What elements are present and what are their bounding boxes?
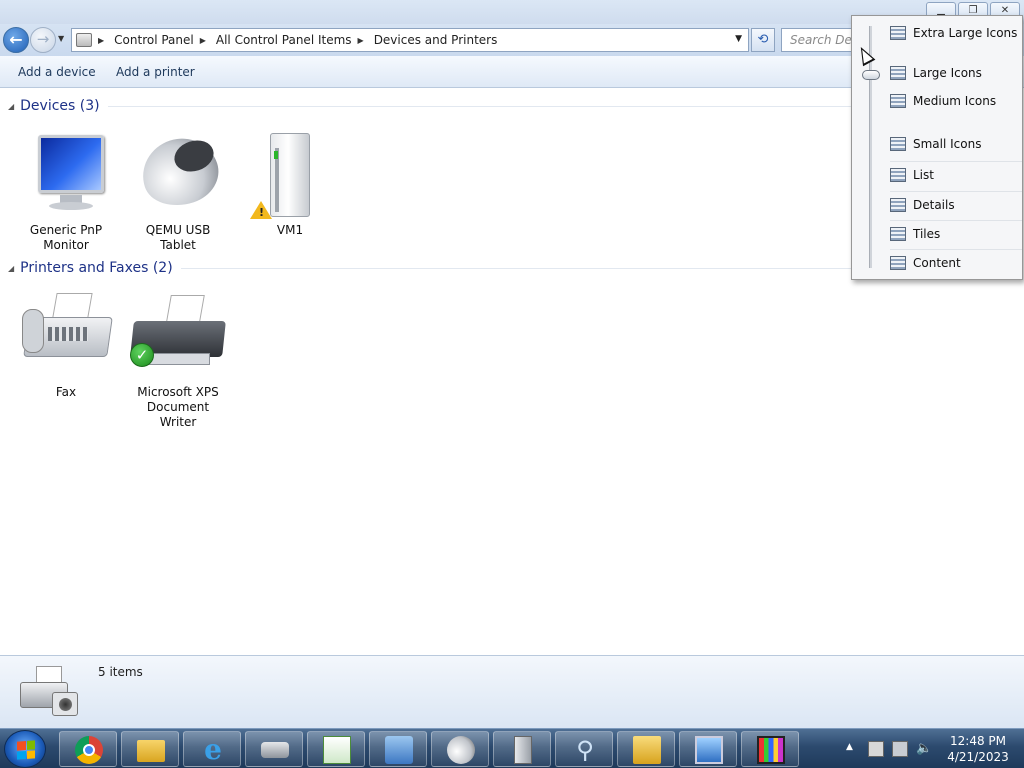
control-panel-icon [385, 736, 413, 764]
windows-logo-icon [17, 740, 35, 760]
device-label: VM1 [276, 223, 304, 237]
taskbar-search[interactable]: ⚲ [555, 731, 613, 767]
medium-icons-icon [890, 94, 906, 108]
computer-drive-icon: ! [240, 125, 340, 221]
device-label: Generic PnP Monitor [29, 223, 103, 252]
printer-label: Fax [55, 385, 77, 399]
extra-large-icons-icon [890, 26, 906, 40]
printer-item[interactable]: ✓ Microsoft XPS Document Writer [128, 287, 228, 430]
breadcrumb-arrow-icon[interactable]: ▶ [358, 36, 364, 45]
view-content[interactable]: Content [890, 249, 1022, 275]
large-icons-icon [890, 66, 906, 80]
view-large-icons[interactable]: Large Icons [890, 60, 1022, 86]
add-device-button[interactable]: Add a device [18, 65, 96, 79]
volume-muted-icon[interactable]: 🔈 [916, 741, 932, 757]
mouse-icon [128, 125, 228, 221]
taskbar-control-panel[interactable] [369, 731, 427, 767]
view-medium-icons[interactable]: Medium Icons [890, 88, 1022, 114]
forward-button[interactable]: → [30, 27, 56, 53]
server-icon [514, 736, 532, 764]
devices-icon [261, 742, 289, 758]
notepad-icon [323, 736, 351, 764]
breadcrumb-arrow-icon[interactable]: ▶ [98, 36, 104, 45]
device-item[interactable]: QEMU USB Tablet [128, 125, 228, 253]
breadcrumb-item-all-items[interactable]: All Control Panel Items [216, 33, 352, 47]
breadcrumb-item-devices-printers[interactable]: Devices and Printers [374, 33, 498, 47]
add-printer-button[interactable]: Add a printer [116, 65, 195, 79]
view-options-menu: Extra Large Icons Large Icons Medium Ico… [851, 15, 1023, 280]
collapse-icon[interactable]: ◢ [8, 264, 14, 273]
item-count: 5 items [98, 665, 143, 679]
taskbar: e ⚲ ▲ 🔈 12:48 PM 4/21/2023 [0, 728, 1024, 768]
view-slider-thumb[interactable] [862, 70, 880, 80]
explorer-icon [137, 740, 165, 762]
content-icon [890, 255, 906, 270]
breadcrumb: Control Panel ▶ All Control Panel Items … [114, 33, 497, 47]
taskbar-devices[interactable] [245, 731, 303, 767]
taskbar-folder[interactable] [617, 731, 675, 767]
device-item[interactable]: Generic PnP Monitor [16, 125, 116, 253]
taskbar-notepad[interactable] [307, 731, 365, 767]
default-printer-check-icon: ✓ [130, 343, 154, 367]
taskbar-mouse[interactable] [431, 731, 489, 767]
collapse-icon[interactable]: ◢ [8, 102, 14, 111]
action-center-icon[interactable] [868, 741, 884, 757]
devices-printers-icon [18, 664, 82, 720]
printer-item[interactable]: Fax [16, 287, 116, 400]
fax-icon [16, 287, 116, 383]
taskbar-display[interactable] [741, 731, 799, 767]
clock-date: 4/21/2023 [947, 750, 1009, 764]
recent-pages-dropdown-icon[interactable]: ▼ [58, 34, 64, 43]
view-details[interactable]: Details [890, 191, 1022, 217]
list-icon [890, 167, 906, 182]
taskbar-explorer[interactable] [121, 731, 179, 767]
address-dropdown-icon[interactable]: ▼ [735, 34, 742, 44]
group-title: Devices (3) [20, 98, 100, 114]
clock[interactable]: 12:48 PM 4/21/2023 [942, 733, 1014, 765]
system-tray: ▲ 🔈 12:48 PM 4/21/2023 [838, 729, 1024, 768]
mouse-icon [447, 736, 475, 764]
tiles-icon [890, 226, 906, 241]
folder-icon [633, 736, 661, 764]
view-extra-large-icons[interactable]: Extra Large Icons [890, 20, 1022, 46]
back-button[interactable]: ← [3, 27, 29, 53]
show-hidden-icons-icon[interactable]: ▲ [846, 742, 853, 752]
clock-time: 12:48 PM [950, 734, 1006, 748]
printer-label: Microsoft XPS Document Writer [137, 385, 219, 429]
search-icon: ⚲ [576, 736, 594, 764]
device-item[interactable]: ! VM1 [240, 125, 340, 238]
start-button[interactable] [4, 730, 46, 768]
address-bar[interactable]: ▶ Control Panel ▶ All Control Panel Item… [71, 28, 749, 52]
details-pane: 5 items [0, 655, 1024, 728]
group-title: Printers and Faxes (2) [20, 260, 173, 276]
details-icon [890, 197, 906, 212]
view-small-icons[interactable]: Small Icons [890, 131, 1022, 157]
network-icon[interactable] [892, 741, 908, 757]
internet-explorer-icon: e [204, 733, 222, 766]
view-tiles[interactable]: Tiles [890, 220, 1022, 246]
device-label: QEMU USB Tablet [145, 223, 211, 252]
remote-desktop-icon [695, 736, 723, 764]
printer-icon: ✓ [128, 287, 228, 383]
taskbar-internet-explorer[interactable]: e [183, 731, 241, 767]
refresh-icon[interactable]: ⟲ [751, 28, 775, 52]
taskbar-remote-desktop[interactable] [679, 731, 737, 767]
display-icon [757, 736, 785, 764]
breadcrumb-item-control-panel[interactable]: Control Panel [114, 33, 194, 47]
view-list[interactable]: List [890, 161, 1022, 187]
control-panel-icon [76, 33, 92, 47]
breadcrumb-arrow-icon[interactable]: ▶ [200, 36, 206, 45]
small-icons-icon [890, 137, 906, 151]
monitor-icon [16, 125, 116, 221]
chrome-icon [75, 736, 103, 764]
taskbar-server[interactable] [493, 731, 551, 767]
taskbar-chrome[interactable] [59, 731, 117, 767]
